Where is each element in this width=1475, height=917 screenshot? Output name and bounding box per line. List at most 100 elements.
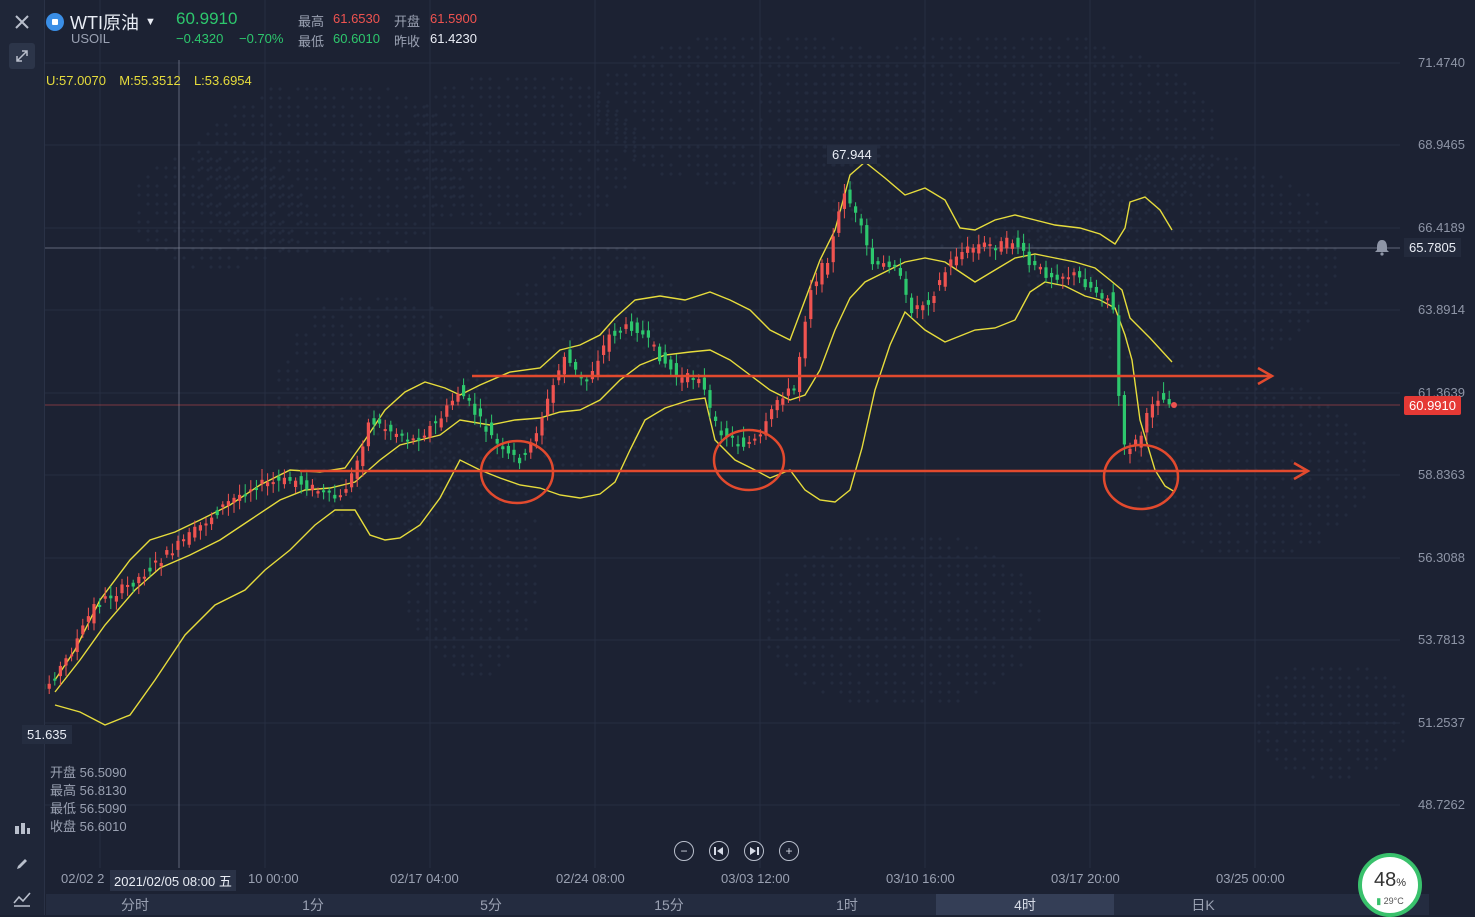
pencil-icon[interactable]	[9, 851, 35, 877]
candle-body	[736, 444, 740, 447]
candle-body	[1010, 243, 1014, 249]
current-price-tag: 60.9910	[1404, 396, 1461, 415]
collapse-icon[interactable]	[9, 43, 35, 69]
y-axis-label: 63.8914	[1418, 302, 1465, 317]
candle-body	[742, 437, 746, 447]
candle-body	[635, 322, 639, 333]
y-axis-label: 71.4740	[1418, 55, 1465, 70]
candle-body	[865, 225, 869, 246]
candle-body	[624, 324, 628, 329]
ohlc-label: 收盘	[50, 819, 77, 834]
candle-body	[1100, 293, 1104, 299]
candle-body	[798, 356, 802, 393]
candlestick-icon[interactable]	[9, 816, 35, 842]
candle-body	[1005, 237, 1009, 249]
current-price-dot	[1171, 402, 1177, 408]
open-value: 61.5900	[430, 11, 477, 26]
candle-body	[338, 495, 342, 498]
x-axis-label: 03/10 16:00	[886, 871, 955, 886]
candle-body	[439, 418, 443, 428]
candle-body	[680, 377, 684, 383]
candle-body	[938, 280, 942, 286]
candle-body	[719, 430, 723, 436]
candle-body	[1050, 272, 1054, 278]
candle-body	[103, 596, 107, 599]
performance-widget[interactable]: 48% ▮ 29°C	[1358, 853, 1422, 917]
bollinger-upper-label: U:57.0070	[46, 73, 106, 88]
candle-body	[904, 278, 908, 295]
candle-body	[310, 484, 314, 491]
tab-timeframe[interactable]: 1分	[224, 894, 402, 915]
candle-body	[988, 244, 992, 247]
symbol-code: USOIL	[71, 31, 111, 46]
trough-label: 51.635	[22, 725, 72, 744]
tab-timeframe[interactable]: 4时	[936, 894, 1114, 915]
step-back-icon[interactable]	[709, 841, 729, 861]
y-axis-label: 58.8363	[1418, 467, 1465, 482]
candle-body	[1027, 251, 1031, 266]
price-change-percent: −0.70%	[239, 31, 284, 46]
candle-body	[86, 616, 90, 622]
x-axis-label: 02/24 08:00	[556, 871, 625, 886]
candle-body	[663, 352, 667, 364]
indicator-icon[interactable]	[9, 886, 35, 912]
candle-body	[1083, 279, 1087, 288]
candle-body	[551, 385, 555, 403]
candle-body	[540, 417, 544, 436]
prev-close-value: 61.4230	[430, 31, 477, 46]
candle-body	[271, 482, 275, 485]
candle-body	[887, 261, 891, 268]
candle-body	[350, 473, 354, 488]
ohlc-value: 56.5090	[76, 801, 127, 816]
tab-timeframe[interactable]: 1时	[758, 894, 936, 915]
candle-body	[131, 582, 135, 587]
candle-body	[1055, 274, 1059, 280]
candle-body	[484, 426, 488, 432]
candle-body	[148, 567, 152, 572]
candle-body	[64, 658, 68, 666]
crosshair-time-label: 2021/02/05 08:00 五	[110, 870, 236, 891]
close-icon[interactable]	[9, 9, 35, 35]
candle-body	[249, 489, 253, 492]
tab-timeframe[interactable]: 分时	[46, 894, 224, 915]
zoom-in-icon[interactable]: +	[779, 841, 799, 861]
bell-icon[interactable]	[1374, 238, 1390, 261]
tab-timeframe[interactable]: 5分	[402, 894, 580, 915]
tab-timeframe[interactable]: 日K	[1114, 894, 1292, 915]
candle-body	[898, 267, 902, 276]
candle-body	[775, 400, 779, 411]
x-axis-label: 03/03 12:00	[721, 871, 790, 886]
widget-percent-sign: %	[1396, 877, 1407, 889]
candle-body	[159, 563, 163, 567]
y-axis-label: 68.9465	[1418, 137, 1465, 152]
candle-body	[221, 504, 225, 507]
bollinger-legend: U:57.0070 M:55.3512 L:53.6954	[46, 73, 252, 88]
candle-body	[686, 373, 690, 383]
candle-body	[58, 665, 62, 677]
candle-body	[568, 349, 572, 363]
candle-body	[243, 494, 247, 497]
candle-body	[434, 421, 438, 424]
candle-body	[260, 479, 264, 484]
zoom-out-icon[interactable]: −	[674, 841, 694, 861]
candle-body	[820, 263, 824, 285]
widget-temperature: 29°C	[1383, 896, 1404, 906]
candle-body	[837, 211, 841, 233]
candle-body	[669, 359, 673, 370]
candle-body	[462, 385, 466, 397]
candle-body	[176, 540, 180, 550]
candle-body	[411, 438, 415, 441]
candle-body	[1128, 448, 1132, 455]
price-chart[interactable]	[0, 0, 1475, 915]
tab-timeframe[interactable]: 15分	[580, 894, 758, 915]
candle-body	[697, 379, 701, 384]
candle-body	[1089, 281, 1093, 288]
candle-body	[232, 497, 236, 503]
candle-body	[1167, 399, 1171, 405]
world-map-backdrop	[137, 37, 1405, 779]
candle-body	[1038, 266, 1042, 270]
candle-body	[1066, 277, 1070, 280]
step-forward-icon[interactable]	[744, 841, 764, 861]
candle-body	[316, 491, 320, 494]
candle-body	[467, 397, 471, 401]
